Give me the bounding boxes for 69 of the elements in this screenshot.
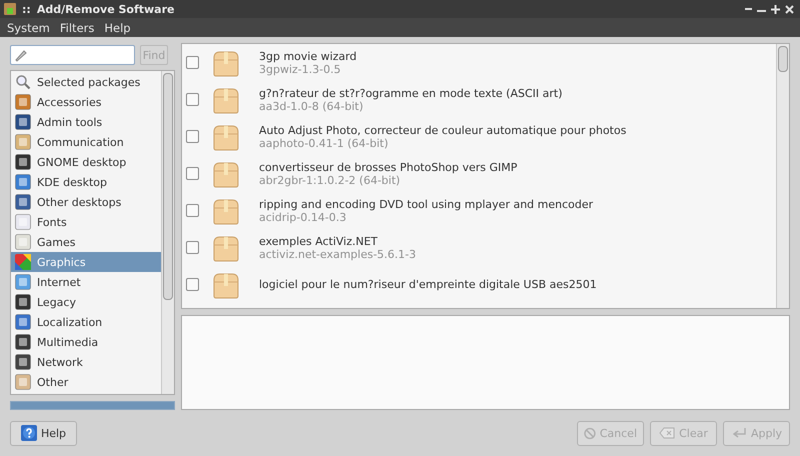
- search-icon: [15, 74, 31, 90]
- scrollbar-thumb[interactable]: [778, 46, 788, 72]
- category-item[interactable]: Other desktops: [11, 192, 161, 212]
- cancel-icon: [584, 426, 596, 440]
- category-icon: [15, 134, 31, 150]
- category-icon: [15, 374, 31, 390]
- close-icon[interactable]: [785, 4, 794, 14]
- checkbox[interactable]: [186, 167, 199, 180]
- category-item[interactable]: Games: [11, 232, 161, 252]
- menu-item[interactable]: System: [2, 20, 55, 34]
- category-item[interactable]: Fonts: [11, 212, 161, 232]
- package-title: g?n?rateur de st?r?ogramme en mode texte (ASCII art): [259, 86, 562, 100]
- color-wheel-icon: [15, 254, 31, 270]
- category-icon: [15, 294, 31, 310]
- package-title: ripping and encoding DVD tool using mplayer and mencoder: [259, 198, 594, 210]
- category-icon: [15, 314, 31, 330]
- scrollbar-thumb[interactable]: [163, 73, 173, 300]
- category-item[interactable]: GNOME desktop: [11, 152, 161, 172]
- package-title: exemples ActiViz.NET: [259, 234, 379, 248]
- category-icon: [15, 334, 31, 350]
- package-app-icon: [4, 3, 16, 15]
- package-title: 3gp movie wizard: [259, 50, 357, 62]
- package-title: Auto Adjust Photo, correcteur de couleur automatique pour photos: [259, 124, 626, 136]
- checkbox[interactable]: [186, 204, 199, 217]
- window-title: Add/Remove Software: [36, 2, 174, 16]
- checkbox[interactable]: [186, 278, 199, 291]
- category-icon: [15, 154, 31, 170]
- package-title: logiciel pour le num?riseur d'empreinte digitale USB aes2501: [259, 278, 597, 291]
- return-arrow-icon: [730, 427, 747, 439]
- category-icon: [15, 354, 31, 370]
- checkbox[interactable]: [186, 93, 199, 106]
- category-icon: [15, 114, 31, 130]
- backspace-icon: [659, 427, 676, 439]
- maximize-icon[interactable]: [771, 4, 780, 14]
- brush-icon: [14, 48, 28, 62]
- shade-icon[interactable]: [745, 8, 752, 10]
- category-icon: [15, 214, 31, 230]
- package-version: 3gpwiz-1.3-0.5: [259, 62, 342, 76]
- category-icon: [15, 274, 31, 290]
- package-version: abr2gbr-1:1.0.2-2 (64-bit): [259, 174, 402, 186]
- category-item[interactable]: Legacy: [11, 292, 161, 312]
- search-field[interactable]: [10, 45, 135, 65]
- checkbox[interactable]: [186, 130, 199, 143]
- package-version: aaphoto-0.41-1 (64-bit): [259, 136, 390, 150]
- checkbox[interactable]: [186, 56, 199, 69]
- category-item[interactable]: Multimedia: [11, 332, 161, 352]
- package-version: acidrip-0.14-0.3: [259, 210, 348, 224]
- package-version: activiz.net-examples-5.6.1-3: [259, 248, 416, 260]
- category-item[interactable]: Accessories: [11, 92, 161, 112]
- checkbox[interactable]: [186, 241, 199, 254]
- help-button[interactable]: Help: [10, 420, 77, 446]
- package-title: convertisseur de brosses PhotoShop vers GIMP: [259, 160, 518, 174]
- category-item[interactable]: Selected packages: [11, 72, 161, 92]
- window-menu-glyph[interactable]: ::: [22, 2, 31, 16]
- package-version: aa3d-1.0-8 (64-bit): [259, 100, 364, 112]
- category-item[interactable]: Internet: [11, 272, 161, 292]
- category-item[interactable]: KDE desktop: [11, 172, 161, 192]
- category-item[interactable]: Admin tools: [11, 112, 161, 132]
- menu-item[interactable]: Filters: [54, 20, 100, 34]
- category-icon: [15, 94, 31, 110]
- category-item[interactable]: Network: [11, 352, 161, 372]
- category-icon: [15, 194, 31, 210]
- category-icon: [15, 234, 31, 250]
- help-icon: [20, 425, 37, 441]
- category-item[interactable]: Other: [11, 372, 161, 392]
- menu-item[interactable]: Help: [99, 20, 136, 34]
- category-item[interactable]: Communication: [11, 132, 161, 152]
- category-item[interactable]: Localization: [11, 312, 161, 332]
- category-icon: [15, 174, 31, 190]
